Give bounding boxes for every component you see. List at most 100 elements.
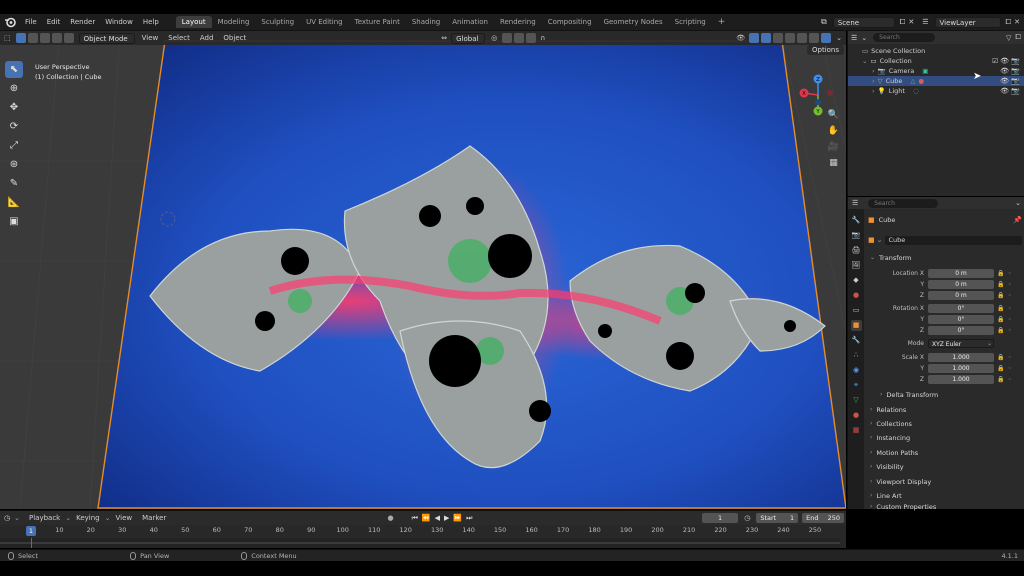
shading-rendered-icon[interactable]	[821, 33, 832, 43]
outliner-item-cube[interactable]: › ▽ Cube △ ● 👁 📷	[848, 76, 1024, 86]
location-z-field[interactable]: 0 m	[928, 291, 994, 300]
frame-ruler[interactable]: 1102030405060708090100110120130140150160…	[0, 525, 846, 537]
menu-window[interactable]: Window	[100, 18, 138, 26]
shading-material-icon[interactable]	[809, 33, 820, 43]
jump-keyframe-forward-icon[interactable]: ⏩	[453, 514, 462, 522]
view-layer-field[interactable]: ViewLayer	[934, 16, 1001, 28]
menu-help[interactable]: Help	[138, 18, 164, 26]
tab-texture-paint[interactable]: Texture Paint	[349, 16, 406, 28]
outliner-item-collection[interactable]: ⌄ ▭ Collection ☑ 👁 📷	[848, 56, 1024, 66]
tab-modeling[interactable]: Modeling	[212, 16, 256, 28]
lock-icon[interactable]: 🔒	[997, 316, 1004, 323]
delta-transform-panel-header[interactable]: › Delta Transform	[876, 389, 1020, 400]
timeline-menu-playback[interactable]: Playback	[24, 514, 65, 522]
output-tab-icon[interactable]: 🖨	[851, 245, 862, 256]
pan-view-icon[interactable]: ✋	[826, 123, 841, 138]
outliner-editor-icon[interactable]: ☰	[851, 34, 857, 42]
timeline-scrollbar[interactable]	[0, 542, 840, 544]
relations-panel-header[interactable]: › Relations	[866, 404, 1020, 415]
keyframe-dot-icon[interactable]: ◦	[1008, 316, 1012, 323]
render-camera-icon[interactable]: 📷	[1011, 57, 1020, 65]
snap-icon[interactable]	[502, 33, 513, 43]
preview-range-icon[interactable]: ◷	[744, 514, 750, 522]
transform-panel-header[interactable]: ⌄ Transform	[866, 252, 1020, 263]
visibility-eye-icon[interactable]: 👁	[1000, 87, 1009, 95]
visibility-eye-icon[interactable]: 👁	[1000, 77, 1009, 85]
scale-tool-icon[interactable]: ⤢	[5, 137, 23, 154]
current-frame-field[interactable]: 1	[702, 513, 739, 523]
keyframe-dot-icon[interactable]: ◦	[1008, 305, 1012, 312]
outliner-item-light[interactable]: › 💡 Light ◌ 👁 📷	[848, 86, 1024, 96]
menu-edit[interactable]: Edit	[42, 18, 66, 26]
timeline-menu-keying[interactable]: Keying	[71, 514, 105, 522]
viewport-menu-object[interactable]: Object	[218, 34, 251, 42]
tab-scripting[interactable]: Scripting	[669, 16, 712, 28]
tab-layout[interactable]: Layout	[175, 16, 212, 28]
jump-start-icon[interactable]: ⏮	[412, 514, 418, 523]
scene-name-field[interactable]: Scene	[832, 16, 895, 28]
browse-chevron-icon[interactable]: ⌄	[877, 236, 883, 244]
jump-keyframe-back-icon[interactable]: ⏪	[422, 514, 431, 522]
data-tab-icon[interactable]: ▽	[851, 395, 862, 406]
properties-options-icon[interactable]: ⌄	[1015, 199, 1021, 207]
rotation-x-field[interactable]: 0°	[928, 304, 994, 313]
delete-view-layer-icon[interactable]: ✕	[1014, 18, 1020, 26]
outliner-item-scene-collection[interactable]: ▭ Scene Collection	[848, 46, 1024, 56]
timeline-editor-icon[interactable]: ◷	[4, 514, 10, 522]
tab-geometry-nodes[interactable]: Geometry Nodes	[598, 16, 669, 28]
lock-icon[interactable]: 🔒	[997, 292, 1004, 299]
lock-icon[interactable]: 🔒	[997, 305, 1004, 312]
start-frame-field[interactable]: Start 1	[756, 513, 799, 523]
viewport-menu-select[interactable]: Select	[163, 34, 195, 42]
scale-x-field[interactable]: 1.000	[928, 353, 994, 362]
instancing-panel-header[interactable]: › Instancing	[866, 432, 1020, 443]
render-camera-icon[interactable]: 📷	[1011, 67, 1020, 75]
rotation-mode-dropdown[interactable]: XYZ Euler	[928, 339, 994, 348]
lock-icon[interactable]: 🔒	[997, 327, 1004, 334]
shading-options-icon[interactable]: ⌄	[836, 34, 842, 42]
rotation-y-field[interactable]: 0°	[928, 315, 994, 324]
transform-orientation-dropdown[interactable]: Global	[451, 32, 486, 44]
scale-z-field[interactable]: 1.000	[928, 375, 994, 384]
scene-selector-icon[interactable]: ⧉	[821, 17, 827, 27]
delete-scene-icon[interactable]: ✕	[908, 18, 914, 26]
auto-keying-icon[interactable]: ●	[387, 514, 393, 522]
lock-icon[interactable]: 🔒	[997, 270, 1004, 277]
playhead[interactable]: 1	[26, 526, 36, 536]
zoom-view-icon[interactable]: 🔍	[826, 107, 841, 122]
keyframe-dot-icon[interactable]: ◦	[1008, 376, 1012, 383]
pivot-point-icon[interactable]: ◎	[491, 34, 497, 42]
select-intersect-icon[interactable]	[63, 33, 74, 43]
visibility-icon[interactable]: 👁	[736, 34, 745, 42]
cursor-tool-icon[interactable]: ⊕	[5, 80, 23, 97]
move-tool-icon[interactable]: ✥	[5, 99, 23, 116]
outliner-search-input[interactable]: Search	[873, 33, 936, 42]
play-icon[interactable]: ▶	[444, 514, 449, 522]
transform-tool-icon[interactable]: ⊛	[5, 156, 23, 173]
viewport-display-panel-header[interactable]: › Viewport Display	[866, 476, 1020, 487]
visibility-panel-header[interactable]: › Visibility	[866, 461, 1020, 472]
pin-icon[interactable]: 📌	[1013, 216, 1022, 224]
scale-y-field[interactable]: 1.000	[928, 364, 994, 373]
render-camera-icon[interactable]: 📷	[1011, 77, 1020, 85]
select-subtract-icon[interactable]	[39, 33, 50, 43]
motion-paths-panel-header[interactable]: › Motion Paths	[866, 447, 1020, 458]
outliner-item-camera[interactable]: › 📷 Camera ▣ 👁 📷	[848, 66, 1024, 76]
rotation-z-field[interactable]: 0°	[928, 326, 994, 335]
expand-chevron-icon[interactable]: ›	[872, 77, 875, 85]
rotate-tool-icon[interactable]: ⟳	[5, 118, 23, 135]
add-cube-tool-icon[interactable]: ▣	[5, 213, 23, 230]
render-tab-icon[interactable]: 📷	[851, 230, 862, 241]
exclude-checkbox-icon[interactable]: ☑	[992, 57, 998, 65]
proportional-edit-icon[interactable]	[526, 33, 537, 43]
snap-target-icon[interactable]	[514, 33, 525, 43]
select-tool-icon[interactable]: ⬉	[5, 61, 23, 78]
location-y-field[interactable]: 0 m	[928, 280, 994, 289]
editor-type-icon[interactable]: ⬚	[4, 34, 11, 42]
tab-uv-editing[interactable]: UV Editing	[300, 16, 349, 28]
select-extend-icon[interactable]	[27, 33, 38, 43]
tab-sculpting[interactable]: Sculpting	[255, 16, 300, 28]
keyframe-dot-icon[interactable]: ◦	[1008, 270, 1012, 277]
annotate-tool-icon[interactable]: ✎	[5, 175, 23, 192]
add-workspace-icon[interactable]: +	[712, 15, 732, 29]
